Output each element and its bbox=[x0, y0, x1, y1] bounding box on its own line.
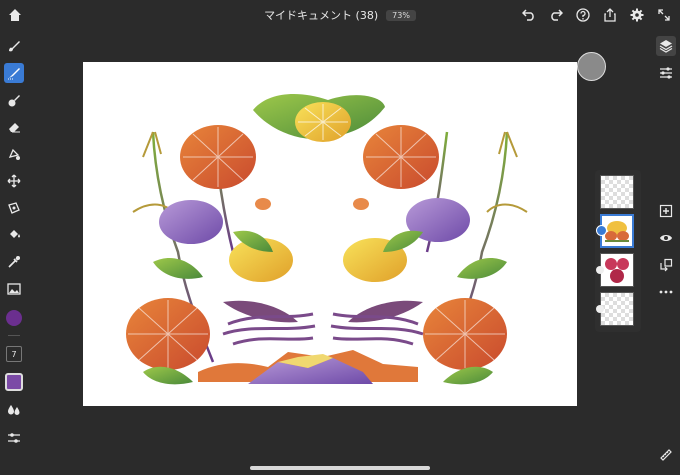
color-swatch bbox=[5, 373, 23, 391]
more-icon[interactable] bbox=[656, 282, 676, 302]
top-bar: マイドキュメント (38) 73% bbox=[0, 0, 680, 30]
fill-brush-icon[interactable] bbox=[4, 90, 24, 110]
layer-preview-red-flowers bbox=[605, 258, 629, 283]
divider bbox=[8, 335, 20, 336]
fullscreen-icon[interactable] bbox=[655, 6, 673, 24]
flower-artwork bbox=[126, 94, 528, 385]
layer-clip-badge bbox=[596, 305, 604, 313]
brush-icon[interactable] bbox=[4, 36, 24, 56]
left-toolbar: 7 bbox=[0, 30, 28, 475]
transform-icon[interactable] bbox=[4, 198, 24, 218]
lasso-icon[interactable] bbox=[4, 144, 24, 164]
help-icon[interactable] bbox=[574, 6, 592, 24]
color-swatch-button[interactable] bbox=[4, 372, 24, 392]
brush-size-control[interactable]: 7 bbox=[4, 344, 24, 364]
opacity-drops-icon[interactable] bbox=[4, 400, 24, 420]
layer-thumbnail[interactable] bbox=[600, 292, 634, 326]
primary-color-swatch bbox=[6, 310, 22, 326]
paint-bucket-icon[interactable] bbox=[4, 225, 24, 245]
redo-icon[interactable] bbox=[547, 6, 565, 24]
visibility-icon[interactable] bbox=[656, 228, 676, 248]
move-icon[interactable] bbox=[4, 171, 24, 191]
share-icon[interactable] bbox=[601, 6, 619, 24]
eyedropper-icon[interactable] bbox=[4, 252, 24, 272]
settings-icon[interactable] bbox=[628, 6, 646, 24]
add-layer-icon[interactable] bbox=[656, 201, 676, 221]
layer-link-badge bbox=[596, 225, 607, 236]
pixel-brush-icon[interactable] bbox=[4, 63, 24, 83]
layers-panel bbox=[595, 170, 641, 332]
home-indicator[interactable] bbox=[250, 466, 430, 470]
merge-icon[interactable] bbox=[656, 255, 676, 275]
layers-icon[interactable] bbox=[656, 36, 676, 56]
brush-settings-icon[interactable] bbox=[4, 428, 24, 448]
document-title[interactable]: マイドキュメント (38) bbox=[264, 7, 378, 23]
zoom-level[interactable]: 73% bbox=[386, 9, 416, 21]
ruler-icon[interactable] bbox=[656, 445, 676, 465]
layer-thumbnail[interactable] bbox=[600, 253, 634, 287]
layer-thumbnail[interactable] bbox=[600, 175, 634, 209]
primary-color-circle[interactable] bbox=[4, 308, 24, 328]
right-toolbar bbox=[653, 30, 680, 475]
artwork-canvas[interactable] bbox=[83, 62, 577, 406]
adjust-icon[interactable] bbox=[656, 63, 676, 83]
color-picker-circle[interactable] bbox=[577, 52, 606, 81]
image-icon[interactable] bbox=[4, 279, 24, 299]
undo-icon[interactable] bbox=[520, 6, 538, 24]
layer-clip-badge bbox=[596, 266, 604, 274]
size-badge: 7 bbox=[6, 346, 22, 362]
eraser-icon[interactable] bbox=[4, 117, 24, 137]
